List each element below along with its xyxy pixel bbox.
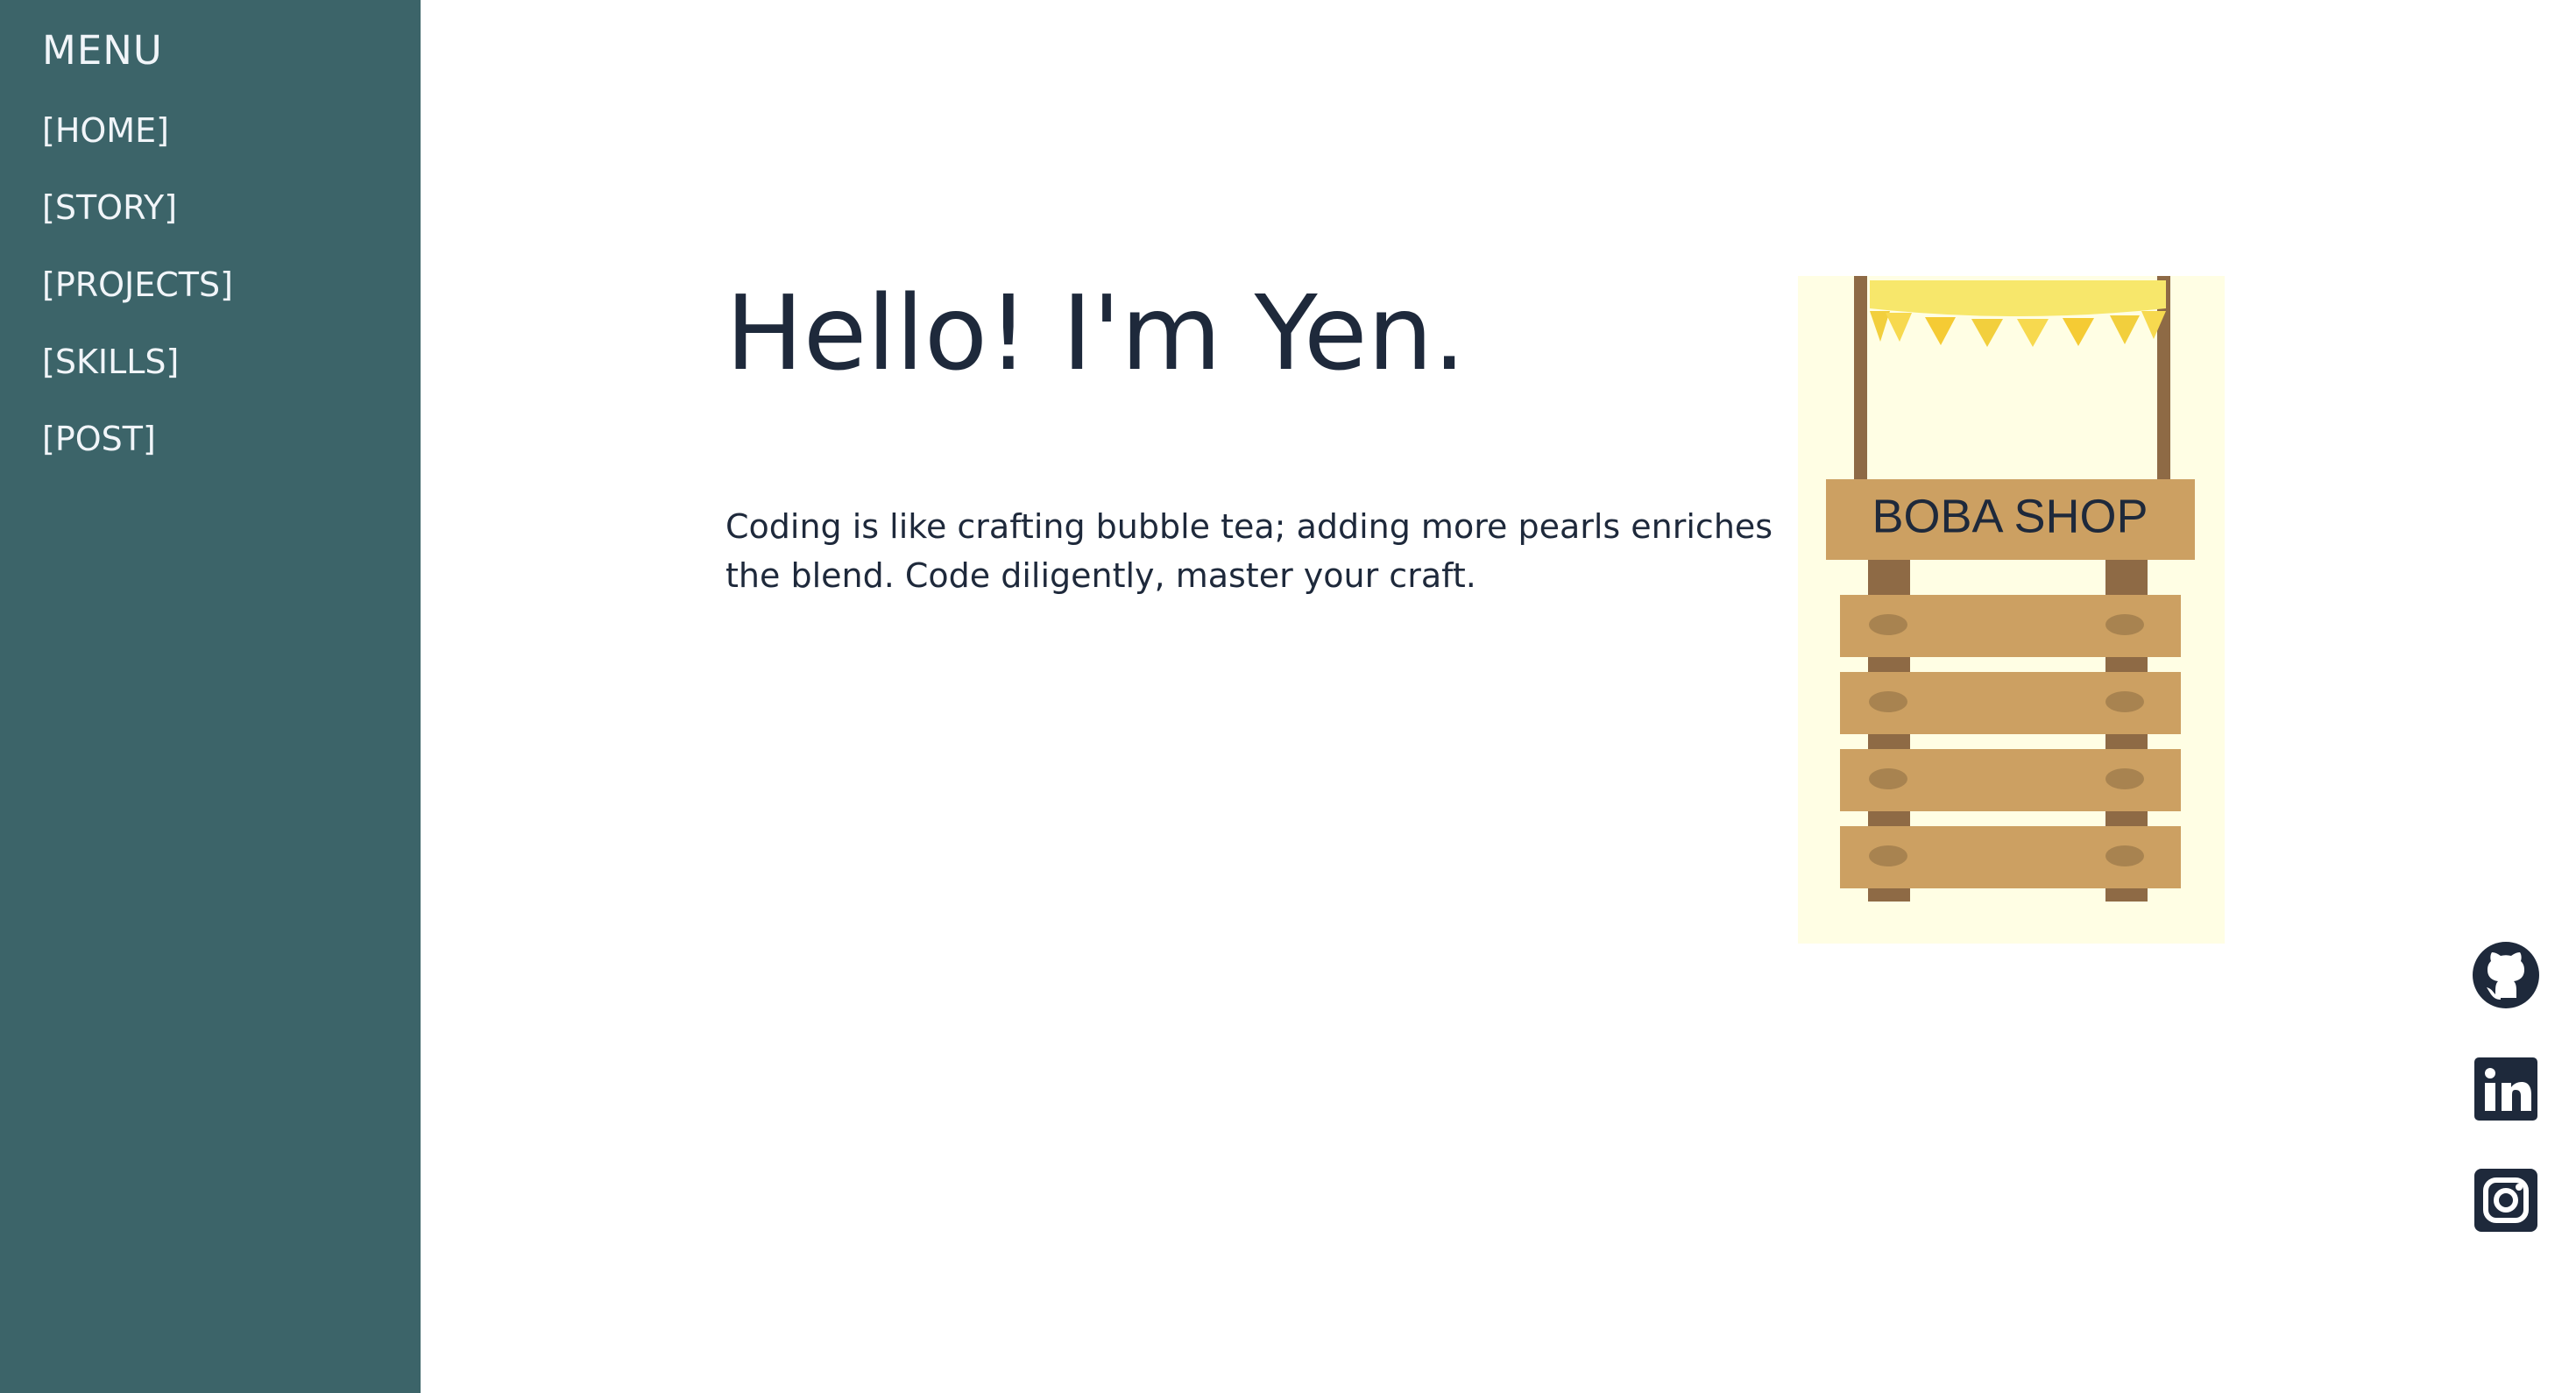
linkedin-i-stem (2485, 1083, 2495, 1111)
github-icon (2473, 942, 2539, 1008)
sidebar-title: MENU (42, 27, 163, 74)
plank-4-right-knot (2105, 845, 2144, 866)
plank-3-right-knot (2105, 768, 2144, 789)
plank-2-right-knot (2105, 691, 2144, 712)
boba-shop-svg: BOBA SHOP (1798, 276, 2225, 944)
instagram-icon (2474, 1169, 2537, 1232)
github-link[interactable] (2471, 940, 2541, 1010)
plank-3-left-knot (1869, 768, 1907, 789)
shop-sign-label: BOBA SHOP (1872, 490, 2148, 542)
plank-1-right-knot (2105, 614, 2144, 635)
instagram-link[interactable] (2471, 1165, 2541, 1235)
plank-2-left-knot (1869, 691, 1907, 712)
plank-4-left-knot (1869, 845, 1907, 866)
canopy-band (1870, 280, 2166, 316)
linkedin-icon (2474, 1057, 2537, 1121)
sidebar-item-home[interactable]: [HOME] (42, 110, 169, 152)
plank-1-left-knot (1869, 614, 1907, 635)
instagram-flash (2516, 1184, 2523, 1191)
sidebar-item-projects[interactable]: [PROJECTS] (42, 264, 233, 306)
linkedin-dot (2485, 1068, 2495, 1078)
page-title: Hello! I'm Yen. (725, 272, 1466, 393)
page-description: Coding is like crafting bubble tea; addi… (725, 507, 1773, 595)
sidebar-item-skills[interactable]: [SKILLS] (42, 341, 179, 383)
sidebar: MENU [HOME] [STORY] [PROJECTS] [SKILLS] … (0, 0, 421, 1393)
left-post (1854, 276, 1867, 497)
sidebar-item-story[interactable]: [STORY] (42, 187, 177, 229)
linkedin-link[interactable] (2471, 1054, 2541, 1124)
boba-shop-illustration: BOBA SHOP (1798, 276, 2225, 944)
sidebar-item-post[interactable]: [POST] (42, 418, 156, 460)
